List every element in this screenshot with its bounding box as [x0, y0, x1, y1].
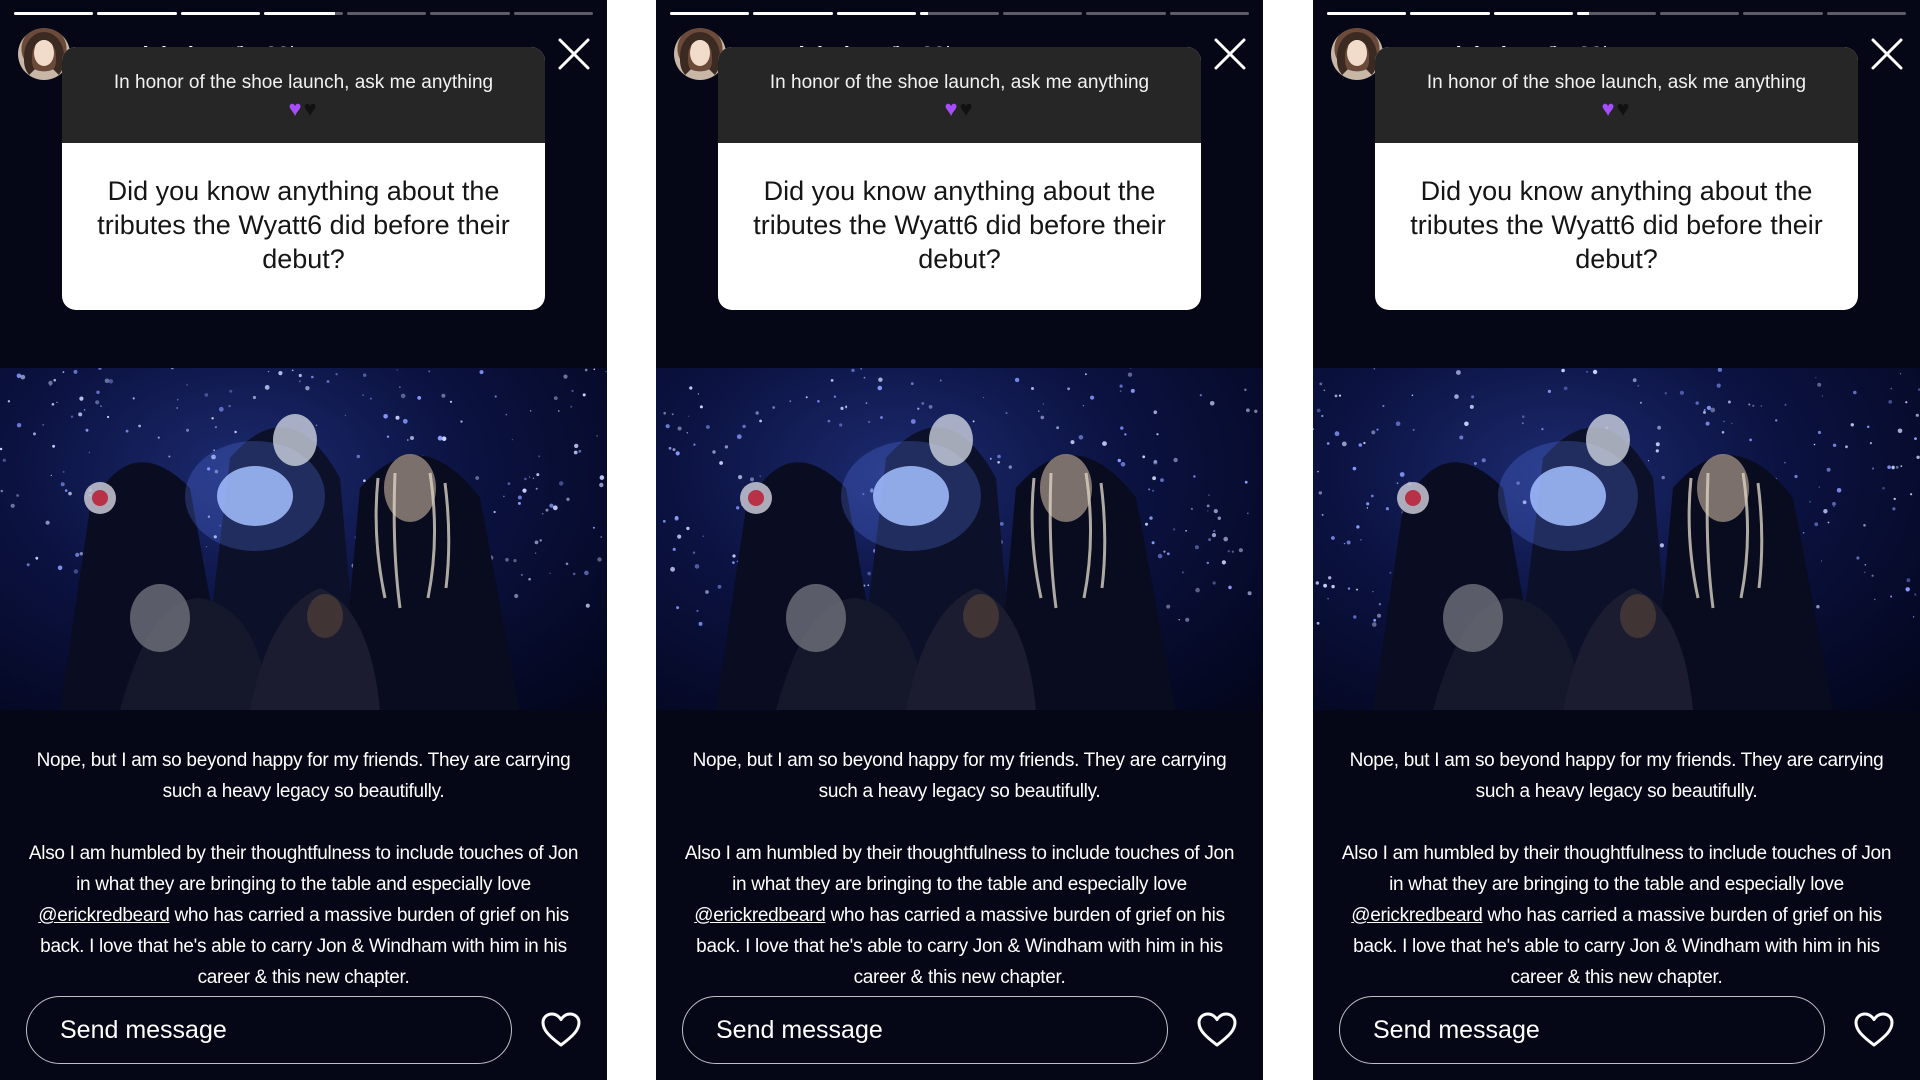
send-message-placeholder: Send message — [716, 1016, 883, 1044]
black-heart-icon: ♥ — [959, 96, 975, 121]
send-message-input[interactable]: Send message — [1339, 996, 1825, 1064]
purple-heart-icon: ♥ — [288, 96, 304, 121]
question-prompt: In honor of the shoe launch, ask me anyt… — [113, 72, 494, 93]
progress-segment — [263, 12, 344, 15]
progress-segment — [1743, 12, 1823, 15]
story-panel[interactable]: mandahuber 22h In honor of the shoe laun… — [0, 0, 607, 1080]
photo-illustration — [0, 368, 607, 710]
question-sticker: In honor of the shoe launch, ask me anyt… — [62, 47, 545, 310]
caption-paragraph: Nope, but I am so beyond happy for my fr… — [1349, 750, 1884, 802]
question-sticker-header: In honor of the shoe launch, ask me anyt… — [62, 47, 545, 143]
purple-heart-icon: ♥ — [944, 96, 960, 121]
send-message-input[interactable]: Send message — [26, 996, 512, 1064]
story-photo — [0, 368, 607, 710]
question-prompt: In honor of the shoe launch, ask me anyt… — [1426, 72, 1807, 93]
progress-segment — [1576, 12, 1657, 15]
progress-segment — [919, 12, 1000, 15]
caption-text: Also I am humbled by their thoughtfulnes… — [28, 843, 579, 895]
progress-segment — [1493, 12, 1573, 15]
caption-paragraph: Also I am humbled by their thoughtfulnes… — [676, 838, 1243, 993]
caption-paragraph: Nope, but I am so beyond happy for my fr… — [692, 750, 1227, 802]
progress-segment — [1169, 12, 1249, 15]
caption-paragraph: Nope, but I am so beyond happy for my fr… — [36, 750, 571, 802]
black-heart-icon: ♥ — [303, 96, 319, 121]
story-panel[interactable]: mandahuber 22h In honor of the shoe laun… — [656, 0, 1263, 1080]
caption-text: Also I am humbled by their thoughtfulnes… — [684, 843, 1235, 895]
story-photo — [1313, 368, 1920, 710]
progress-segment — [836, 12, 916, 15]
heart-icon[interactable] — [1854, 1012, 1894, 1048]
progress-segment — [753, 12, 833, 15]
question-sticker-header: In honor of the shoe launch, ask me anyt… — [718, 47, 1201, 143]
progress-segment — [1327, 12, 1407, 15]
heart-emojis: ♥♥ — [62, 97, 545, 121]
heart-icon[interactable] — [541, 1012, 581, 1048]
progress-segment — [347, 12, 427, 15]
question-text: Did you know anything about the tributes… — [753, 176, 1166, 274]
progress-segment — [180, 12, 260, 15]
story-progress-bar — [1327, 12, 1906, 15]
photo-illustration — [662, 368, 1258, 710]
story-caption: Nope, but I am so beyond happy for my fr… — [20, 745, 587, 993]
progress-segment — [430, 12, 510, 15]
caption-paragraph: Also I am humbled by their thoughtfulnes… — [1333, 838, 1900, 993]
story-progress-bar — [14, 12, 593, 15]
mention-link[interactable]: @erickredbeard — [38, 905, 170, 926]
black-heart-icon: ♥ — [1616, 96, 1632, 121]
close-icon[interactable] — [1212, 36, 1248, 72]
story-caption: Nope, but I am so beyond happy for my fr… — [1333, 745, 1900, 993]
send-message-placeholder: Send message — [1373, 1016, 1540, 1044]
question-sticker: In honor of the shoe launch, ask me anyt… — [718, 47, 1201, 310]
close-icon[interactable] — [1869, 36, 1905, 72]
progress-segment — [14, 12, 94, 15]
story-progress-bar — [670, 12, 1249, 15]
story-photo — [656, 368, 1263, 710]
send-message-placeholder: Send message — [60, 1016, 227, 1044]
mention-link[interactable]: @erickredbeard — [694, 905, 826, 926]
caption-text: Also I am humbled by their thoughtfulnes… — [1341, 843, 1892, 895]
close-icon[interactable] — [556, 36, 592, 72]
progress-segment — [1003, 12, 1083, 15]
heart-emojis: ♥♥ — [718, 97, 1201, 121]
question-sticker: In honor of the shoe launch, ask me anyt… — [1375, 47, 1858, 310]
progress-segment — [97, 12, 177, 15]
question-text: Did you know anything about the tributes… — [97, 176, 510, 274]
send-message-input[interactable]: Send message — [682, 996, 1168, 1064]
question-text: Did you know anything about the tributes… — [1410, 176, 1823, 274]
story-comparison: mandahuber 22h In honor of the shoe laun… — [0, 0, 1920, 1080]
story-panel[interactable]: mandahuber 22h In honor of the shoe laun… — [1313, 0, 1920, 1080]
caption-paragraph: Also I am humbled by their thoughtfulnes… — [20, 838, 587, 993]
photo-illustration — [1313, 368, 1920, 710]
progress-segment — [1086, 12, 1166, 15]
story-caption: Nope, but I am so beyond happy for my fr… — [676, 745, 1243, 993]
progress-segment — [1660, 12, 1740, 15]
question-prompt: In honor of the shoe launch, ask me anyt… — [769, 72, 1150, 93]
progress-segment — [670, 12, 750, 15]
heart-emojis: ♥♥ — [1375, 97, 1858, 121]
mention-link[interactable]: @erickredbeard — [1351, 905, 1483, 926]
progress-segment — [1826, 12, 1906, 15]
heart-icon[interactable] — [1197, 1012, 1237, 1048]
progress-segment — [1410, 12, 1490, 15]
question-sticker-header: In honor of the shoe launch, ask me anyt… — [1375, 47, 1858, 143]
purple-heart-icon: ♥ — [1601, 96, 1617, 121]
progress-segment — [513, 12, 593, 15]
